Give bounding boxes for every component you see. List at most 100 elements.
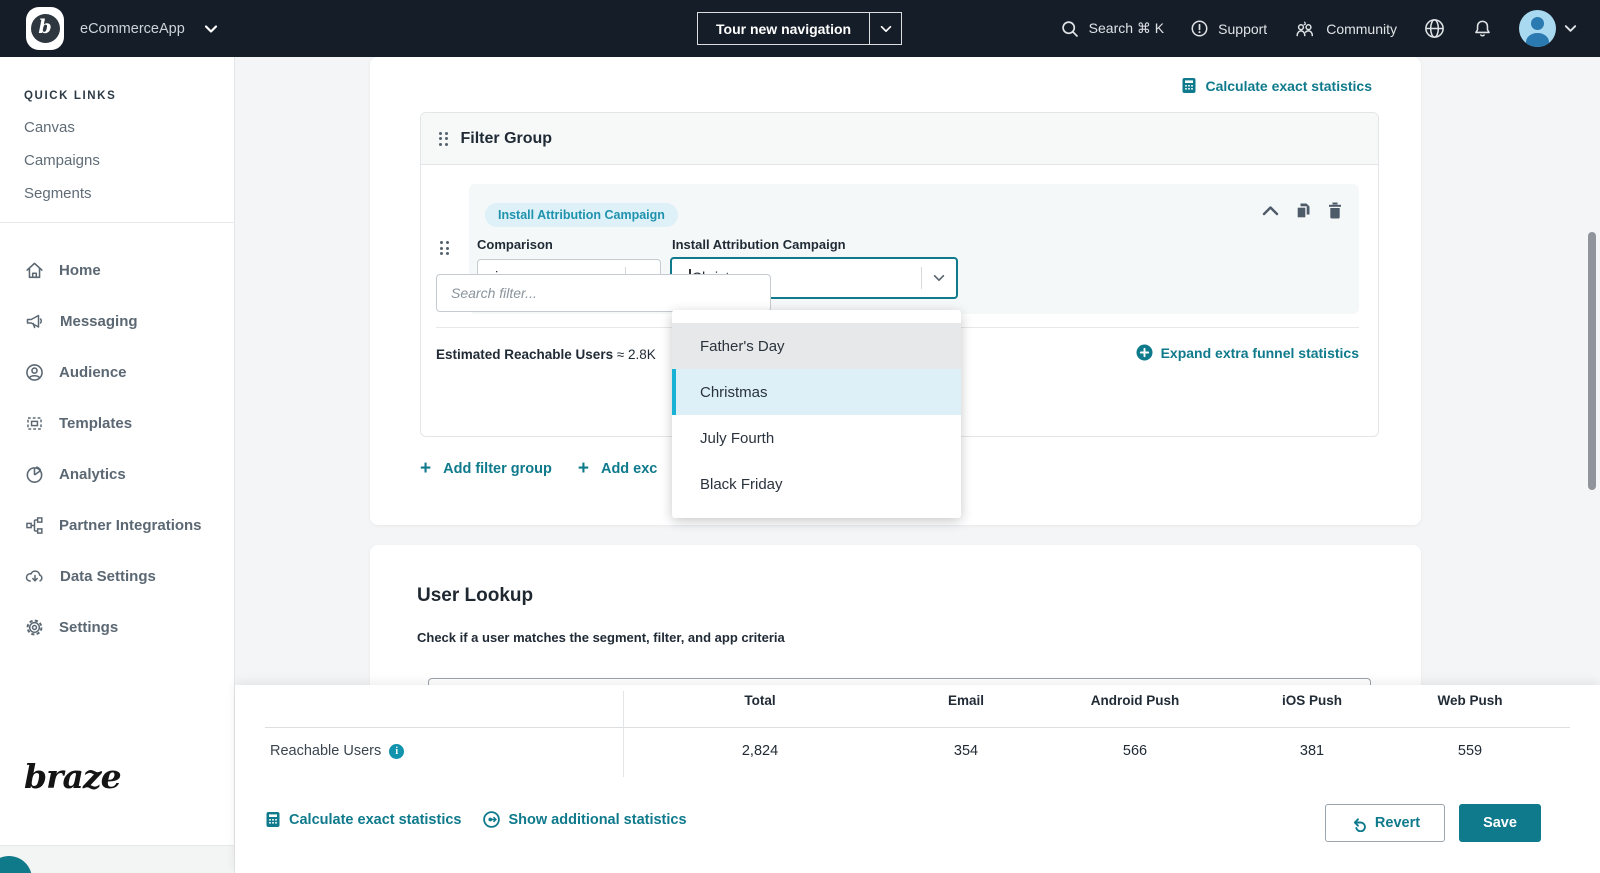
user-avatar [1519, 10, 1556, 47]
user-lookup-description: Check if a user matches the segment, fil… [417, 630, 785, 645]
collapse-chevron-up-icon[interactable] [1262, 205, 1279, 217]
workspace-switcher[interactable]: b eCommerceApp [0, 7, 219, 50]
sidebar-item-settings[interactable]: Settings [24, 617, 118, 638]
drag-handle-icon[interactable] [439, 131, 448, 146]
dropdown-option-fathers-day[interactable]: Father's Day [672, 323, 961, 369]
support-icon [1190, 19, 1209, 38]
support-link[interactable]: Support [1190, 19, 1267, 38]
button-label: Revert [1374, 815, 1421, 831]
sidebar-item-label: Data Settings [60, 568, 156, 585]
show-statistics-icon [483, 811, 501, 828]
sidebar-item-campaigns[interactable]: Campaigns [24, 152, 100, 169]
search-icon [1060, 19, 1080, 39]
calculate-exact-statistics-link[interactable]: Calculate exact statistics [1181, 77, 1372, 94]
link-label: Show additional statistics [508, 811, 687, 828]
sidebar-item-label: Templates [59, 415, 133, 432]
chevron-down-icon[interactable] [869, 13, 901, 44]
user-menu[interactable] [1519, 10, 1578, 47]
audience-icon [24, 362, 45, 383]
sidebar-item-analytics[interactable]: Analytics [24, 464, 126, 485]
user-lookup-title: User Lookup [417, 585, 534, 606]
value-total: 2,824 [741, 743, 779, 759]
undo-icon [1350, 815, 1367, 832]
sidebar-item-data-settings[interactable]: Data Settings [24, 566, 156, 587]
plus-circle-icon [1136, 344, 1153, 361]
sidebar-divider [0, 222, 235, 223]
button-label: Save [1483, 815, 1517, 831]
gear-icon [24, 617, 45, 638]
app-name: eCommerceApp [80, 20, 185, 37]
sidebar-item-segments[interactable]: Segments [24, 185, 92, 202]
estimated-value: ≈ 2.8K [616, 347, 656, 362]
notifications-bell-icon[interactable] [1472, 18, 1493, 40]
sidebar-item-canvas[interactable]: Canvas [24, 119, 75, 136]
sidebar-item-home[interactable]: Home [24, 260, 101, 281]
search-filter-input[interactable] [436, 274, 771, 312]
chevron-down-icon [1563, 21, 1578, 36]
column-header-android-push: Android Push [1090, 693, 1180, 708]
global-search[interactable]: Search ⌘ K [1060, 19, 1164, 39]
home-icon [24, 260, 45, 281]
sidebar-item-label: Partner Integrations [59, 517, 202, 534]
sidebar-item-messaging[interactable]: Messaging [24, 311, 138, 332]
top-navigation-bar: b eCommerceApp Tour new navigation Searc… [0, 0, 1600, 57]
plus-icon: + [420, 458, 432, 479]
add-filter-group-link[interactable]: + Add filter group [420, 458, 552, 480]
support-label: Support [1218, 20, 1268, 37]
info-icon[interactable]: i [389, 743, 405, 759]
sidebar-item-label: Analytics [59, 466, 126, 483]
megaphone-icon [24, 311, 46, 332]
braze-logo-mark: b [38, 16, 52, 38]
tour-button-label: Tour new navigation [716, 20, 852, 37]
column-header-web-push: Web Push [1437, 693, 1503, 708]
add-exclusion-link[interactable]: + Add exc [578, 458, 658, 480]
chevron-down-icon [922, 271, 956, 285]
link-label: Calculate exact statistics [1205, 77, 1372, 94]
table-vertical-divider [623, 691, 624, 777]
table-row: Reachable Users i [270, 743, 405, 759]
calculate-exact-statistics-link-footer[interactable]: Calculate exact statistics [265, 811, 461, 828]
sidebar-item-templates[interactable]: Templates [24, 413, 132, 434]
braze-app-logo: b [26, 7, 64, 50]
value-android-push: 566 [1122, 743, 1148, 759]
search-label: Search ⌘ K [1088, 20, 1165, 36]
expand-extra-funnel-statistics-link[interactable]: Expand extra funnel statistics [1136, 344, 1359, 361]
link-label: Add filter group [443, 461, 552, 477]
value-web-push: 559 [1457, 743, 1483, 759]
sidebar-item-partner-integrations[interactable]: Partner Integrations [24, 515, 202, 536]
calculator-icon [1181, 77, 1197, 94]
dropdown-option-july-fourth[interactable]: July Fourth [672, 415, 961, 461]
link-label: Expand extra funnel statistics [1160, 344, 1359, 361]
sidebar: QUICK LINKS Canvas Campaigns Segments Ho… [0, 57, 235, 873]
vertical-scrollbar-thumb[interactable] [1588, 232, 1596, 490]
community-label: Community [1326, 20, 1397, 37]
community-link[interactable]: Community [1293, 19, 1397, 39]
campaign-field-label: Install Attribution Campaign [672, 237, 846, 252]
sidebar-footer-strip [0, 845, 234, 873]
calculator-icon [265, 811, 281, 828]
globe-icon[interactable] [1423, 17, 1446, 40]
value-email: 354 [953, 743, 979, 759]
revert-button[interactable]: Revert [1325, 804, 1445, 842]
dropdown-option-christmas[interactable]: Christmas [672, 369, 961, 415]
table-header-divider [265, 727, 1570, 728]
pie-chart-icon [24, 464, 45, 485]
chevron-down-icon [203, 21, 219, 37]
tour-new-navigation-button[interactable]: Tour new navigation [697, 12, 903, 45]
braze-dashboard: b eCommerceApp Tour new navigation Searc… [0, 0, 1600, 873]
sidebar-item-audience[interactable]: Audience [24, 362, 127, 383]
cloud-download-icon [24, 566, 46, 587]
save-button[interactable]: Save [1459, 804, 1541, 842]
integrations-icon [24, 515, 45, 536]
trash-icon[interactable] [1327, 201, 1343, 220]
dropdown-option-black-friday[interactable]: Black Friday [672, 461, 961, 507]
drag-handle-icon[interactable] [440, 241, 449, 255]
show-additional-statistics-link[interactable]: Show additional statistics [483, 811, 687, 828]
duplicate-icon[interactable] [1294, 201, 1312, 220]
column-header-total: Total [744, 693, 776, 708]
quick-links-title: QUICK LINKS [24, 90, 117, 102]
templates-icon [24, 413, 45, 434]
sidebar-item-label: Messaging [60, 313, 138, 330]
reachable-users-label: Reachable Users [270, 743, 382, 759]
plus-icon: + [577, 458, 589, 479]
